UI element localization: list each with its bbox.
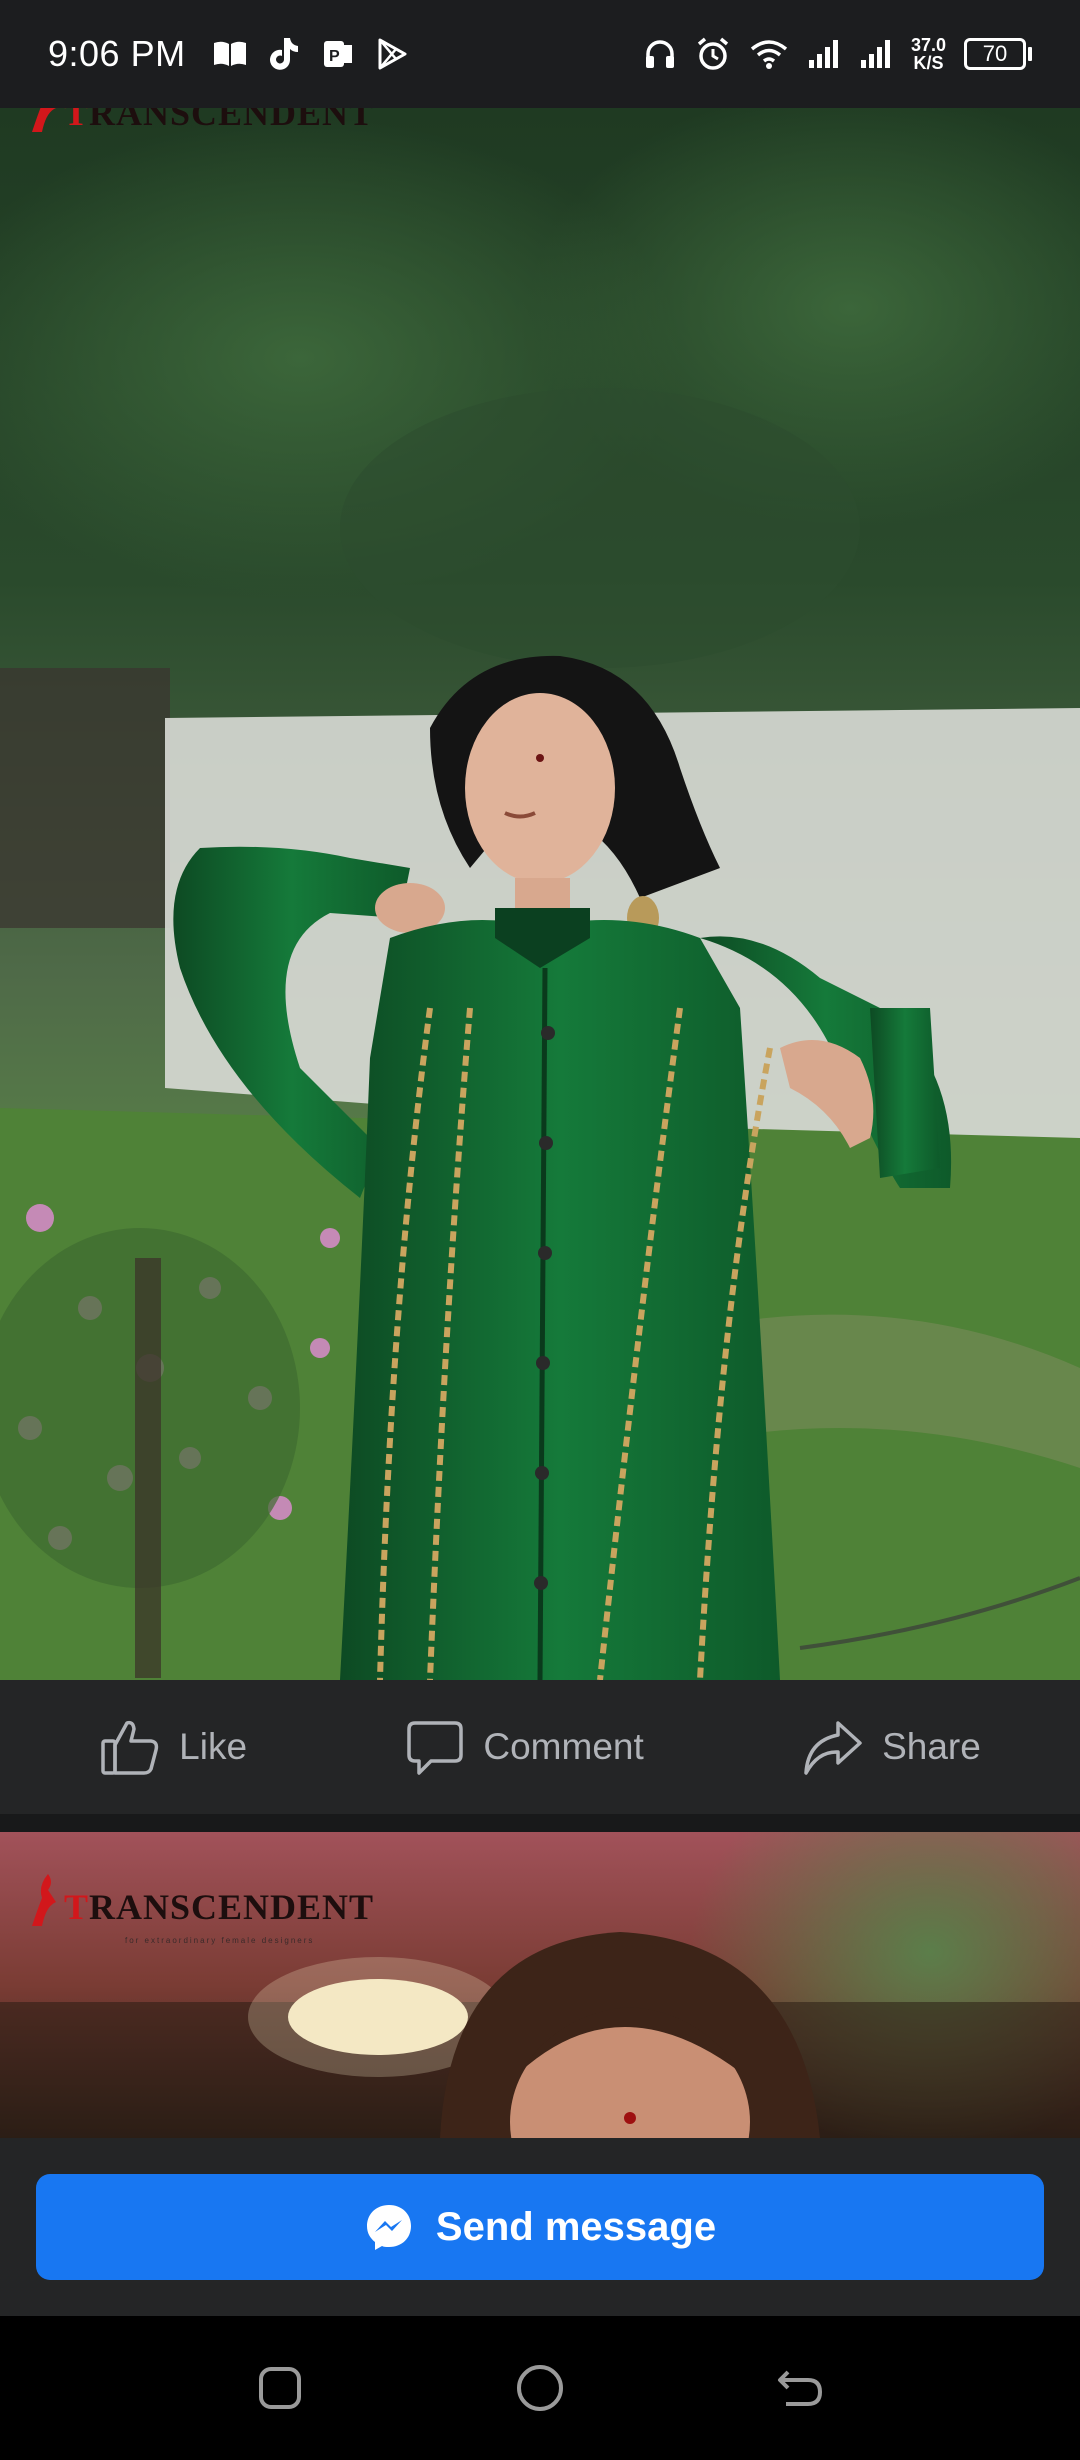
- post-action-bar: Like Comment Share: [0, 1680, 1080, 1814]
- like-button[interactable]: Like: [99, 1717, 247, 1777]
- signal-icon: [859, 38, 893, 70]
- post-photo-image: [0, 108, 1080, 1680]
- network-speed-value: 37.0: [910, 35, 946, 55]
- status-time: 9:06 PM: [48, 33, 186, 74]
- tiktok-icon: [269, 36, 300, 72]
- recent-apps-icon: [259, 2367, 301, 2409]
- thumbs-up-icon: [101, 1720, 159, 1775]
- post-photo[interactable]: TRANSCENDENT: [0, 108, 1080, 1680]
- brand-tagline: for extraordinary female designers: [125, 1936, 315, 1945]
- network-speed: 37.0 K/S: [911, 36, 946, 72]
- status-bar: 9:06 PM P 37.0 K/S 70: [0, 0, 1080, 108]
- post-photo[interactable]: TRANSCENDENT for extraordinary female de…: [0, 1832, 1080, 2138]
- battery-indicator: 70: [964, 38, 1032, 70]
- messenger-icon: [366, 2205, 411, 2250]
- system-navigation-bar: [0, 2316, 1080, 2460]
- brand-text-first: RANS: [89, 1887, 192, 1927]
- recent-apps-button[interactable]: [240, 2348, 320, 2428]
- office-icon: P: [322, 37, 354, 71]
- like-label: Like: [179, 1726, 248, 1767]
- battery-level: 70: [964, 38, 1026, 70]
- brand-logo: TRANSCENDENT: [30, 1872, 374, 1928]
- status-indicators: 37.0 K/S 70: [643, 36, 1032, 72]
- home-icon: [517, 2365, 563, 2411]
- brand-figure-icon: [32, 1874, 56, 1926]
- back-icon: [778, 2370, 823, 2406]
- brand-text-main: RANSCENDENT: [89, 108, 375, 133]
- signal-icon: [807, 38, 841, 70]
- send-message-bar: Send message: [0, 2138, 1080, 2316]
- network-speed-unit: K/S: [913, 53, 944, 73]
- send-message-label: Send message: [435, 2204, 717, 2249]
- comment-button[interactable]: Comment: [405, 1717, 644, 1777]
- brand-text-prefix: T: [64, 1887, 90, 1927]
- brand-text-main: CENDENT: [191, 1887, 375, 1927]
- share-button[interactable]: Share: [802, 1717, 981, 1777]
- comment-icon: [407, 1721, 464, 1775]
- post-separator: [0, 1814, 1080, 1832]
- book-icon: [212, 39, 248, 69]
- battery-cap: [1028, 47, 1032, 61]
- share-label: Share: [882, 1726, 981, 1767]
- status-app-icons: P: [212, 36, 408, 72]
- share-arrow-icon: [804, 1721, 862, 1775]
- brand-text: TRANSCENDENT: [64, 1886, 374, 1928]
- alarm-icon: [695, 36, 731, 72]
- brand-logo: TRANSCENDENT: [30, 108, 374, 134]
- brand-text: TRANSCENDENT: [64, 108, 374, 134]
- wifi-icon: [749, 37, 789, 71]
- brand-figure-icon: [32, 108, 56, 132]
- play-store-icon: [376, 37, 408, 71]
- back-button[interactable]: [760, 2348, 840, 2428]
- comment-label: Comment: [483, 1726, 644, 1767]
- brand-text-prefix: T: [64, 108, 90, 133]
- home-button[interactable]: [500, 2348, 580, 2428]
- send-message-button[interactable]: Send message: [36, 2174, 1044, 2280]
- svg-text:P: P: [329, 48, 340, 65]
- headphones-icon: [643, 37, 677, 71]
